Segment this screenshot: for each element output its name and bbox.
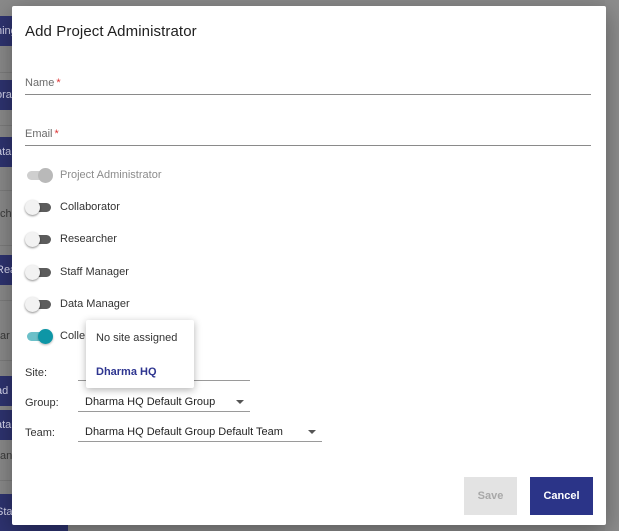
role-label: Project Administrator (60, 169, 162, 181)
background-button: ata (0, 410, 12, 440)
role-label: Colle (60, 330, 86, 342)
chevron-down-icon (308, 430, 316, 434)
role-label: Staff Manager (60, 266, 129, 278)
save-button[interactable]: Save (464, 477, 517, 515)
dialog-title: Add Project Administrator (25, 23, 197, 40)
role-label: Collaborator (60, 201, 120, 213)
toggle-switch[interactable] (25, 297, 53, 312)
dropdown-option-dharma-hq[interactable]: Dharma HQ (96, 366, 157, 378)
name-field[interactable]: Name * (25, 75, 591, 95)
role-toggle-collector[interactable]: Colle (25, 328, 85, 344)
role-toggle-data-manager[interactable]: Data Manager (25, 296, 130, 312)
background-text: an (0, 450, 12, 462)
background-button: ata (0, 137, 12, 167)
group-select[interactable]: Dharma HQ Default Group (78, 392, 250, 412)
add-project-administrator-dialog: Add Project Administrator Name * Email * P… (12, 6, 606, 525)
role-toggle-project-administrator[interactable]: Project Administrator (25, 167, 161, 183)
background-right-strip (605, 0, 619, 531)
background-button: ad (0, 376, 12, 406)
role-label: Data Manager (60, 298, 130, 310)
group-label: Group: (25, 397, 59, 409)
dropdown-option-no-site[interactable]: No site assigned (96, 332, 177, 344)
cancel-button[interactable]: Cancel (530, 477, 593, 515)
team-select[interactable]: Dharma HQ Default Group Default Team (78, 422, 322, 442)
role-toggle-staff-manager[interactable]: Staff Manager (25, 264, 129, 280)
toggle-switch[interactable] (25, 329, 53, 344)
background-text: ar (0, 330, 10, 342)
toggle-switch[interactable] (25, 232, 53, 247)
site-label: Site: (25, 367, 48, 379)
role-toggle-researcher[interactable]: Researcher (25, 231, 117, 247)
team-select-value: Dharma HQ Default Group Default Team (85, 425, 283, 438)
team-label: Team: (25, 427, 55, 439)
toggle-switch[interactable] (25, 168, 53, 183)
name-input[interactable] (25, 76, 591, 94)
background-button: hing (0, 16, 12, 46)
background-text: ch (0, 208, 12, 220)
site-dropdown-menu: No site assigned Dharma HQ (86, 320, 194, 388)
email-field[interactable]: Email * (25, 126, 591, 146)
background-button: ora (0, 80, 12, 110)
background-button: Rea (0, 255, 12, 285)
group-select-value: Dharma HQ Default Group (85, 395, 216, 408)
toggle-switch[interactable] (25, 200, 53, 215)
chevron-down-icon (236, 400, 244, 404)
role-label: Researcher (60, 233, 117, 245)
toggle-switch[interactable] (25, 265, 53, 280)
email-input[interactable] (25, 127, 591, 145)
role-toggle-collaborator[interactable]: Collaborator (25, 199, 120, 215)
